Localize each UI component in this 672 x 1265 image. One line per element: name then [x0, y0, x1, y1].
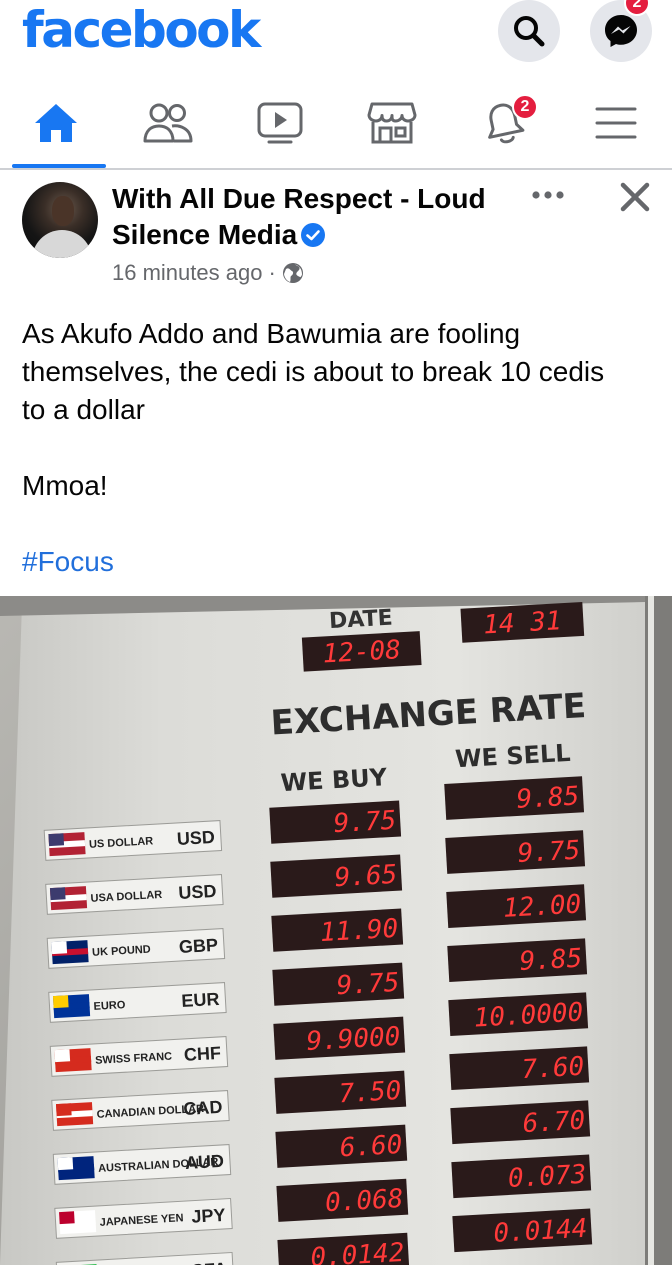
buy-rate-value: 9.9000	[306, 1022, 401, 1057]
facebook-logo[interactable]: facebook	[22, 2, 261, 58]
flag-icon	[54, 1049, 71, 1063]
buy-rate-value: 9.75	[336, 968, 400, 1001]
buy-column-header: WE BUY	[280, 763, 388, 797]
currency-code: GBP	[178, 935, 218, 957]
currency-code: AUD	[184, 1151, 224, 1173]
currency-name: EURO	[93, 999, 126, 1013]
flag-icon	[57, 1157, 74, 1171]
time-value: 14 31	[482, 606, 562, 640]
buy-rate-value: 6.60	[339, 1130, 403, 1163]
post-text-line: As Akufo Addo and Bawumia are fooling	[22, 318, 521, 349]
flag-icon	[52, 995, 69, 1009]
currency-code: USD	[176, 827, 215, 849]
hide-post-button[interactable]	[616, 178, 654, 216]
post-text-line: Mmoa!	[22, 470, 108, 501]
hamburger-icon	[595, 107, 637, 139]
more-options-button[interactable]	[528, 180, 568, 210]
post-photo[interactable]: DATE 12-08 14 31 EXCHANGE RATE WE BUY WE SELL…	[0, 596, 672, 1265]
messenger-button[interactable]: 2	[590, 0, 652, 62]
sell-rate-value: 0.0144	[493, 1214, 588, 1249]
tab-home[interactable]	[6, 78, 106, 168]
sell-rate-value: 10.0000	[473, 998, 584, 1034]
date-label: DATE	[328, 606, 393, 635]
notifications-badge: 2	[512, 94, 538, 120]
top-bar: facebook 2	[0, 0, 672, 64]
tab-marketplace[interactable]	[342, 78, 442, 168]
sell-rate-value: 9.75	[517, 835, 581, 868]
home-icon	[35, 104, 77, 142]
flag-icon	[59, 1211, 75, 1225]
tab-notifications[interactable]: 2	[454, 78, 554, 168]
sell-rate-value: 6.70	[522, 1106, 586, 1139]
author-name-line-1[interactable]: With All Due Respect - Loud	[112, 181, 512, 217]
post-meta: 16 minutes ago ·	[112, 259, 304, 287]
meta-separator: ·	[268, 260, 276, 285]
sell-rate-value: 12.00	[502, 890, 582, 924]
currency-code: CFA	[190, 1259, 227, 1265]
buy-rate-value: 9.75	[333, 806, 397, 839]
messenger-icon	[605, 15, 637, 47]
buy-rate-value: 7.50	[338, 1076, 402, 1109]
hashtag-link[interactable]: #Focus	[22, 546, 114, 577]
post-text-line: themselves, the cedi is about to break 1…	[22, 356, 605, 387]
marketplace-icon	[367, 102, 417, 144]
currency-code: CHF	[183, 1043, 221, 1065]
exchange-rate-board: DATE12-0814 31EXCHANGE RATEWE BUYWE SELL…	[0, 596, 672, 1265]
buy-rate-value: 0.068	[324, 1184, 404, 1218]
tab-friends[interactable]	[118, 78, 218, 168]
currency-code: USD	[178, 881, 217, 903]
currency-code: EUR	[181, 989, 220, 1011]
post-author[interactable]: With All Due Respect - Loud Silence Medi…	[112, 181, 512, 253]
more-dots-icon	[532, 191, 564, 199]
tab-menu[interactable]	[566, 78, 666, 168]
sell-rate-value: 7.60	[521, 1052, 585, 1085]
post-header: With All Due Respect - Loud Silence Medi…	[0, 172, 672, 292]
currency-code: JPY	[191, 1205, 226, 1227]
verified-badge-icon	[301, 222, 326, 247]
avatar[interactable]	[22, 182, 98, 258]
flag-icon	[56, 1103, 72, 1117]
globe-icon	[282, 263, 303, 283]
author-name-line-2[interactable]: Silence Media	[112, 219, 297, 250]
buy-rate-value: 11.90	[319, 914, 399, 948]
search-button[interactable]	[498, 0, 560, 62]
sell-rate-value: 0.073	[507, 1160, 587, 1194]
buy-rate-value: 0.0142	[310, 1238, 405, 1265]
post-timestamp[interactable]: 16 minutes ago	[112, 259, 262, 287]
tab-watch[interactable]	[230, 78, 330, 168]
friends-icon	[143, 103, 193, 143]
flag-icon	[51, 941, 68, 955]
buy-rate-value: 9.65	[334, 860, 398, 893]
watch-icon	[257, 102, 303, 144]
navigation-tabs: 2	[0, 78, 672, 170]
currency-code: CAD	[183, 1097, 223, 1119]
close-icon	[620, 182, 650, 212]
post-text-line: to a dollar	[22, 394, 145, 425]
search-icon	[514, 16, 545, 47]
sell-rate-value: 9.85	[519, 944, 583, 977]
flag-icon	[49, 887, 66, 901]
sell-rate-value: 9.85	[516, 781, 580, 814]
date-value: 12-08	[322, 635, 402, 669]
post-body: As Akufo Addo and Bawumia are fooling th…	[22, 315, 652, 581]
flag-icon	[48, 833, 65, 847]
